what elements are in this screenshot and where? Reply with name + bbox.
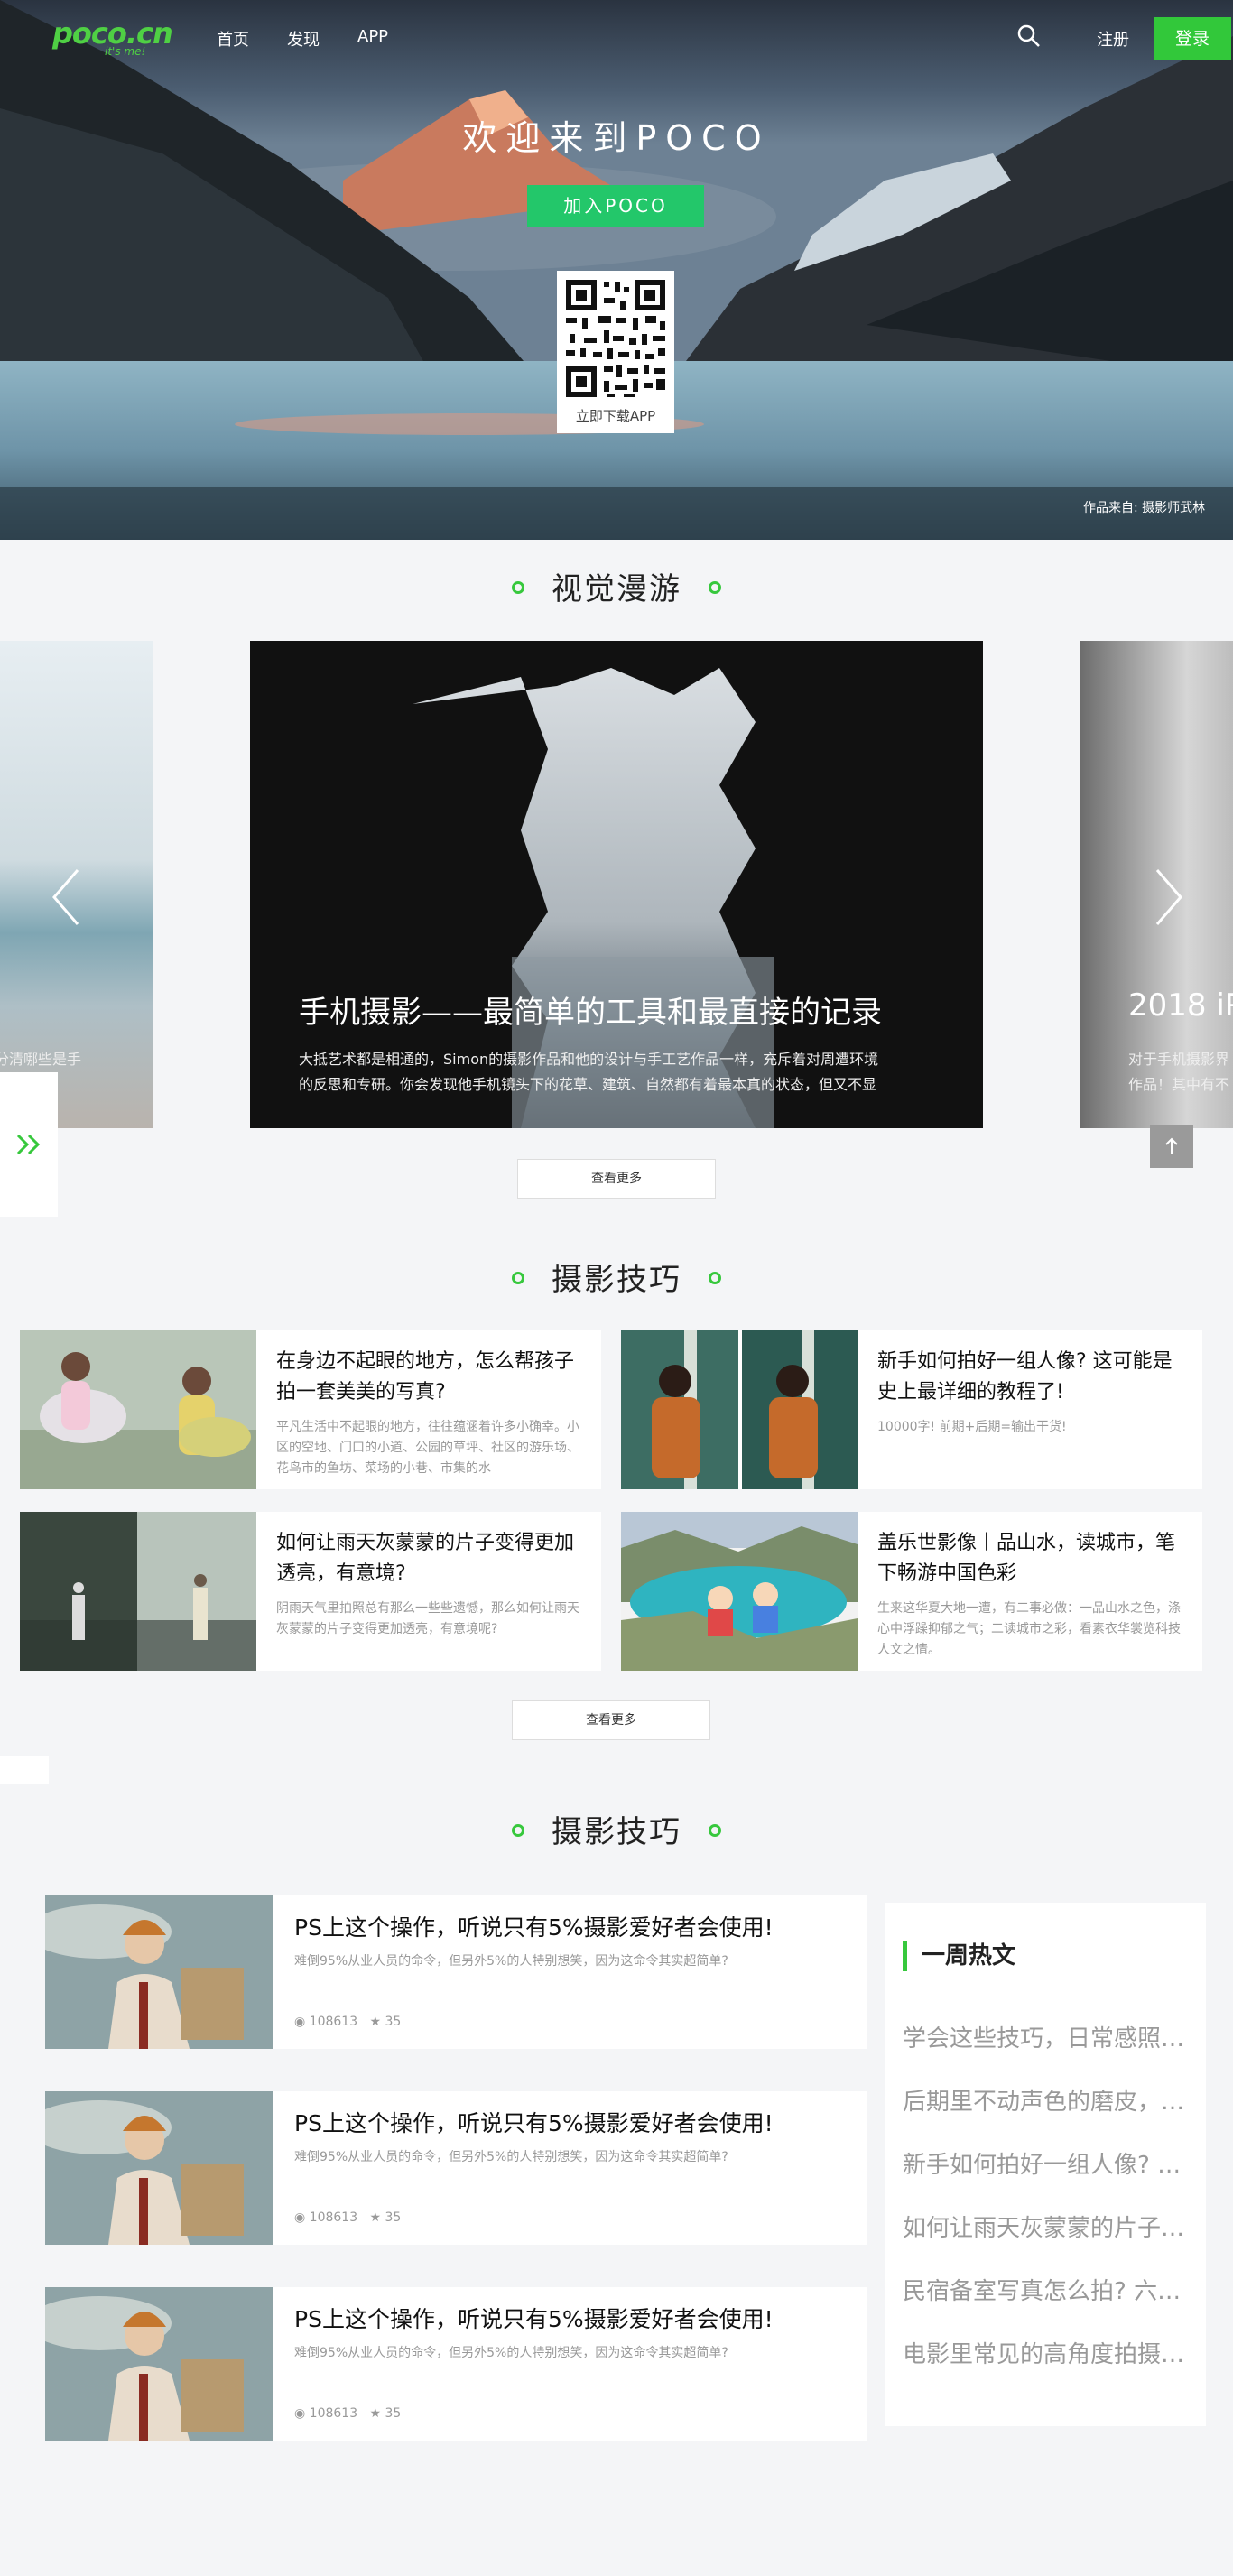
hot-article-link[interactable]: 电影里常见的高角度拍摄镜头，原来是为了什么 xyxy=(903,2336,1191,2369)
section-title-text: 视觉漫游 xyxy=(552,571,681,607)
title-dot-left xyxy=(512,1823,524,1837)
hero-landscape-image xyxy=(0,0,1233,540)
hot-article-link[interactable]: 民宿备室写真怎么拍? 六大场景示例，360度 xyxy=(903,2273,1191,2306)
slide-main-desc-line2: 的反思和专研。你会发现他手机镜头下的花草、建筑、自然都有着最本真的状态，但又不显 xyxy=(299,1076,877,1093)
hero-banner: poco.cn it's me! 首页 发现 APP 注册 登录 欢迎来到POC… xyxy=(0,0,1233,540)
article-title[interactable]: PS上这个操作，听说只有5%摄影爱好者会使用! xyxy=(294,1910,774,1942)
tip-card-desc: 生来这华夏大地一遭，有二事必做：一品山水之色，涤心中浮躁抑郁之气；二读城市之彩，… xyxy=(877,1601,1181,1657)
view-more-button-2[interactable]: 查看更多 xyxy=(512,1700,710,1740)
eye-icon: ◉ xyxy=(294,2406,306,2421)
qr-code xyxy=(557,271,674,406)
article-image[interactable] xyxy=(45,2091,273,2245)
tip-card-desc: 阴雨天气里拍照总有那么一些些遗憾，那么如何让雨天灰蒙蒙的片子变得更加透亮，有意境… xyxy=(276,1601,579,1636)
section-title-text: 摄影技巧 xyxy=(552,1262,681,1298)
logo-tagline: it's me! xyxy=(105,45,146,58)
section-title-visual-tour: 视觉漫游 xyxy=(0,564,1233,608)
top-nav: poco.cn it's me! 首页 发现 APP 注册 登录 xyxy=(0,0,1233,72)
search-icon[interactable] xyxy=(1016,23,1042,49)
hero-title: 欢迎来到POCO xyxy=(462,118,771,158)
tip-card[interactable]: 盖乐世影像丨品山水，读城市，笔下畅游中国色彩 生来这华夏大地一遭，有二事必做：一… xyxy=(621,1512,1202,1671)
hot-article-link[interactable]: 如何让雨天灰蒙蒙的片子变得更加透亮，有意境 xyxy=(903,2210,1191,2243)
register-button[interactable]: 注册 xyxy=(1097,27,1129,51)
star-count: 35 xyxy=(385,2406,402,2421)
view-count: 108613 xyxy=(309,2210,358,2225)
weekly-hot-panel: 一周热文 学会这些技巧，日常感照片子到爆来! 后期里不动声色的磨皮，是怎么做到的… xyxy=(885,1903,1206,2426)
back-to-top-button[interactable] xyxy=(1150,1125,1193,1168)
eye-icon: ◉ xyxy=(294,2015,306,2029)
article-item[interactable]: PS上这个操作，听说只有5%摄影爱好者会使用! 难倒95%从业人员的命令，但另外… xyxy=(45,1895,867,2049)
hot-article-link[interactable]: 后期里不动声色的磨皮，是怎么做到的? xyxy=(903,2083,1191,2117)
article-meta: ◉ 108613 ★ 35 xyxy=(294,2406,401,2421)
tip-card-title[interactable]: 盖乐世影像丨品山水，读城市，笔下畅游中国色彩 xyxy=(877,1528,1184,1589)
side-expand-tab[interactable] xyxy=(0,1072,58,1217)
weekly-hot-title: 一周热文 xyxy=(903,1941,1015,1971)
view-count: 108613 xyxy=(309,2406,358,2421)
login-button[interactable]: 登录 xyxy=(1154,17,1231,60)
slide-prev-desc: 分清哪些是手 xyxy=(0,1051,82,1068)
join-poco-button[interactable]: 加入POCO xyxy=(527,185,704,227)
tip-card-desc: 10000字! 前期+后期=输出干货! xyxy=(877,1420,1067,1434)
tip-card[interactable]: 如何让雨天灰蒙蒙的片子变得更加透亮，有意境? 阴雨天气里拍照总有那么一些些遗憾，… xyxy=(20,1512,601,1671)
tip-card-image[interactable] xyxy=(621,1512,858,1671)
tip-card-title[interactable]: 新手如何拍好一组人像? 这可能是史上最详细的教程了! xyxy=(877,1347,1184,1408)
tip-card[interactable]: 新手如何拍好一组人像? 这可能是史上最详细的教程了! 10000字! 前期+后期… xyxy=(621,1330,1202,1489)
article-item[interactable]: PS上这个操作，听说只有5%摄影爱好者会使用! 难倒95%从业人员的命令，但另外… xyxy=(45,2091,867,2245)
hot-article-link[interactable]: 新手如何拍好一组人像? 这可能是史上最详细的教程了 xyxy=(903,2146,1191,2180)
title-dot-left xyxy=(512,1271,524,1284)
slide-next-desc-line2: 作品！其中有不 xyxy=(1128,1076,1230,1093)
side-strip xyxy=(0,1756,49,1784)
title-dot-right xyxy=(709,580,721,594)
nav-link-discover[interactable]: 发现 xyxy=(287,27,320,51)
carousel-slide-main[interactable]: 手机摄影——最简单的工具和最直接的记录 大抵艺术都是相通的，Simon的摄影作品… xyxy=(250,641,983,1128)
view-more-button-1[interactable]: 查看更多 xyxy=(517,1159,716,1199)
double-chevron-right-icon xyxy=(16,1134,41,1155)
article-desc: 难倒95%从业人员的命令，但另外5%的人特别想笑，因为这命令其实超简单? xyxy=(294,1954,728,1969)
title-dot-right xyxy=(709,1823,721,1837)
article-item[interactable]: PS上这个操作，听说只有5%摄影爱好者会使用! 难倒95%从业人员的命令，但另外… xyxy=(45,2287,867,2441)
tip-card[interactable]: 在身边不起眼的地方，怎么帮孩子拍一套美美的写真? 平凡生活中不起眼的地方，往往蕴… xyxy=(20,1330,601,1489)
nav-link-home[interactable]: 首页 xyxy=(217,27,249,51)
app-download-qr[interactable]: 立即下载APP xyxy=(557,271,674,433)
nav-link-app[interactable]: APP xyxy=(357,27,388,46)
section-title-photo-tips-2: 摄影技巧 xyxy=(0,1807,1233,1851)
tip-card-image[interactable] xyxy=(621,1330,858,1489)
article-image[interactable] xyxy=(45,1895,273,2049)
view-count: 108613 xyxy=(309,2015,358,2029)
star-count: 35 xyxy=(385,2015,402,2029)
hot-article-link[interactable]: 学会这些技巧，日常感照片子到爆来! xyxy=(903,2020,1191,2053)
article-desc: 难倒95%从业人员的命令，但另外5%的人特别想笑，因为这命令其实超简单? xyxy=(294,2346,728,2360)
star-icon: ★ xyxy=(369,2015,382,2029)
photo-credit: 作品来自: 摄影师武林 xyxy=(1083,501,1206,515)
section-title-photo-tips: 摄影技巧 xyxy=(0,1255,1233,1299)
article-title[interactable]: PS上这个操作，听说只有5%摄影爱好者会使用! xyxy=(294,2302,774,2334)
title-dot-left xyxy=(512,580,524,594)
tip-card-image[interactable] xyxy=(20,1512,256,1671)
star-count: 35 xyxy=(385,2210,402,2225)
article-meta: ◉ 108613 ★ 35 xyxy=(294,2015,401,2029)
article-desc: 难倒95%从业人员的命令，但另外5%的人特别想笑，因为这命令其实超简单? xyxy=(294,2150,728,2164)
star-icon: ★ xyxy=(369,2406,382,2421)
chevron-right-icon[interactable] xyxy=(1154,868,1184,926)
article-title[interactable]: PS上这个操作，听说只有5%摄影爱好者会使用! xyxy=(294,2106,774,2138)
star-icon: ★ xyxy=(369,2210,382,2225)
arrow-up-icon xyxy=(1165,1137,1178,1154)
article-meta: ◉ 108613 ★ 35 xyxy=(294,2210,401,2225)
qr-download-label: 立即下载APP xyxy=(575,408,656,424)
section-title-text: 摄影技巧 xyxy=(552,1814,681,1850)
slide-main-title[interactable]: 手机摄影——最简单的工具和最直接的记录 xyxy=(299,987,882,1032)
tip-card-desc: 平凡生活中不起眼的地方，往往蕴涵着许多小确幸。小区的空地、门口的小道、公园的草坪… xyxy=(276,1420,579,1476)
slide-main-desc-line1: 大抵艺术都是相通的，Simon的摄影作品和他的设计与手工艺作品一样，充斥着对周遭… xyxy=(299,1051,879,1068)
title-dot-right xyxy=(709,1271,721,1284)
eye-icon: ◉ xyxy=(294,2210,306,2225)
chevron-left-icon[interactable] xyxy=(51,868,81,926)
tip-card-image[interactable] xyxy=(20,1330,256,1489)
tip-card-title[interactable]: 如何让雨天灰蒙蒙的片子变得更加透亮，有意境? xyxy=(276,1528,583,1589)
slide-next-desc-line1: 对于手机摄影界 xyxy=(1128,1051,1230,1068)
article-image[interactable] xyxy=(45,2287,273,2441)
tip-card-title[interactable]: 在身边不起眼的地方，怎么帮孩子拍一套美美的写真? xyxy=(276,1347,583,1408)
slide-next-title: 2018 iP xyxy=(1128,987,1233,1024)
